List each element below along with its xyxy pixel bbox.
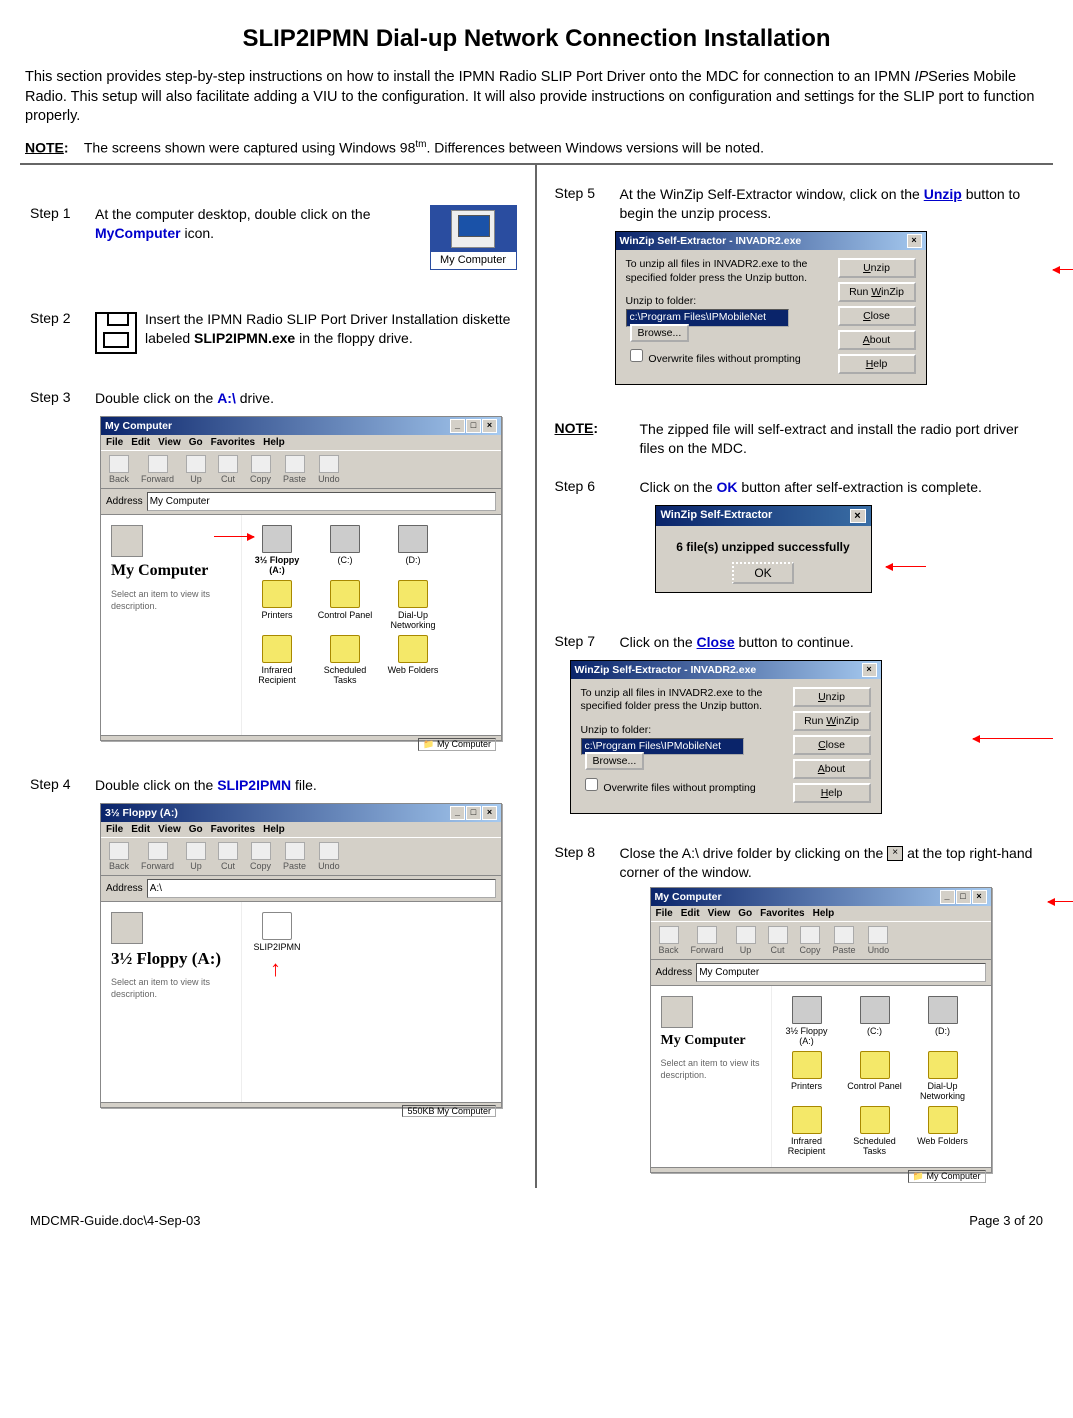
winzip-extractor-dialog: WinZip Self-Extractor - INVADR2.exe× To … — [615, 231, 927, 385]
footer-right: Page 3 of 20 — [969, 1213, 1043, 1228]
toolbar: Back Forward Up Cut Copy Paste Undo — [101, 450, 501, 489]
step-4: Step 4 Double click on the SLIP2IPMN fil… — [30, 776, 517, 795]
mycomputer-desktop-icon: My Computer — [430, 205, 517, 270]
menu-bar: FileEditViewGoFavoritesHelp — [101, 435, 501, 450]
step-7: Step 7 Click on the Close button to cont… — [555, 633, 1044, 652]
page-footer: MDCMR-Guide.doc\4-Sep-03 Page 3 of 20 — [25, 1213, 1048, 1228]
browse-button: Browse... — [630, 324, 690, 342]
maximize-icon: □ — [466, 419, 481, 433]
red-arrow-icon — [214, 536, 254, 537]
step-5: Step 5 At the WinZip Self-Extractor wind… — [555, 185, 1044, 223]
mycomputer-window-2: My Computer_□× FileEditViewGoFavoritesHe… — [650, 887, 992, 1172]
panel-icon — [111, 525, 143, 557]
floppy-window: 3½ Floppy (A:)_□× FileEditViewGoFavorite… — [100, 803, 502, 1108]
winzip-extractor-dialog-2: WinZip Self-Extractor - INVADR2.exe× To … — [570, 660, 882, 814]
close-x-icon: × — [887, 846, 903, 861]
step-6: Step 6 Click on the OK button after self… — [555, 478, 1044, 497]
close-icon: × — [482, 419, 497, 433]
red-arrow-icon — [886, 566, 926, 567]
step-3: Step 3 Double click on the A:\ drive. — [30, 389, 517, 408]
slip2ipmn-file-icon: SLIP2IPMN ↑ — [248, 912, 306, 953]
minimize-icon: _ — [450, 419, 465, 433]
close-button-highlighted: Close — [793, 735, 871, 755]
floppy-icon — [95, 312, 137, 354]
inline-note: NOTE: The zipped file will self-extract … — [555, 420, 1044, 458]
step-1: Step 1 My Computer At the computer deskt… — [30, 205, 517, 270]
ok-button: OK — [732, 562, 793, 584]
mycomputer-window: My Computer_□× FileEditViewGoFavoritesHe… — [100, 416, 502, 741]
computer-icon — [451, 210, 495, 248]
step-2: Step 2 Insert the IPMN Radio SLIP Port D… — [30, 310, 517, 354]
runwinzip-button: Run WinZip — [838, 282, 916, 302]
red-arrow-icon — [1053, 269, 1073, 270]
success-dialog: WinZip Self-Extractor× 6 file(s) unzippe… — [655, 505, 872, 593]
unzip-button: Unzip — [838, 258, 916, 278]
address-input — [147, 492, 496, 511]
red-arrow-icon — [1048, 901, 1073, 902]
red-arrow-up-icon: ↑ — [270, 960, 281, 978]
step-8: Step 8 Close the A:\ drive folder by cli… — [555, 844, 1044, 882]
close-button: Close — [838, 306, 916, 326]
page-title: SLIP2IPMN Dial-up Network Connection Ins… — [25, 25, 1048, 53]
red-arrow-icon — [973, 738, 1053, 739]
close-icon-highlighted: × — [972, 890, 987, 904]
about-button: About — [838, 330, 916, 350]
intro-paragraph: This section provides step-by-step instr… — [25, 68, 1048, 127]
footer-left: MDCMR-Guide.doc\4-Sep-03 — [30, 1213, 201, 1228]
note-line: NOTE: The screens shown were captured us… — [25, 139, 1048, 156]
floppy-drive-icon: 3½ Floppy (A:) — [248, 525, 306, 576]
help-button: Help — [838, 354, 916, 374]
